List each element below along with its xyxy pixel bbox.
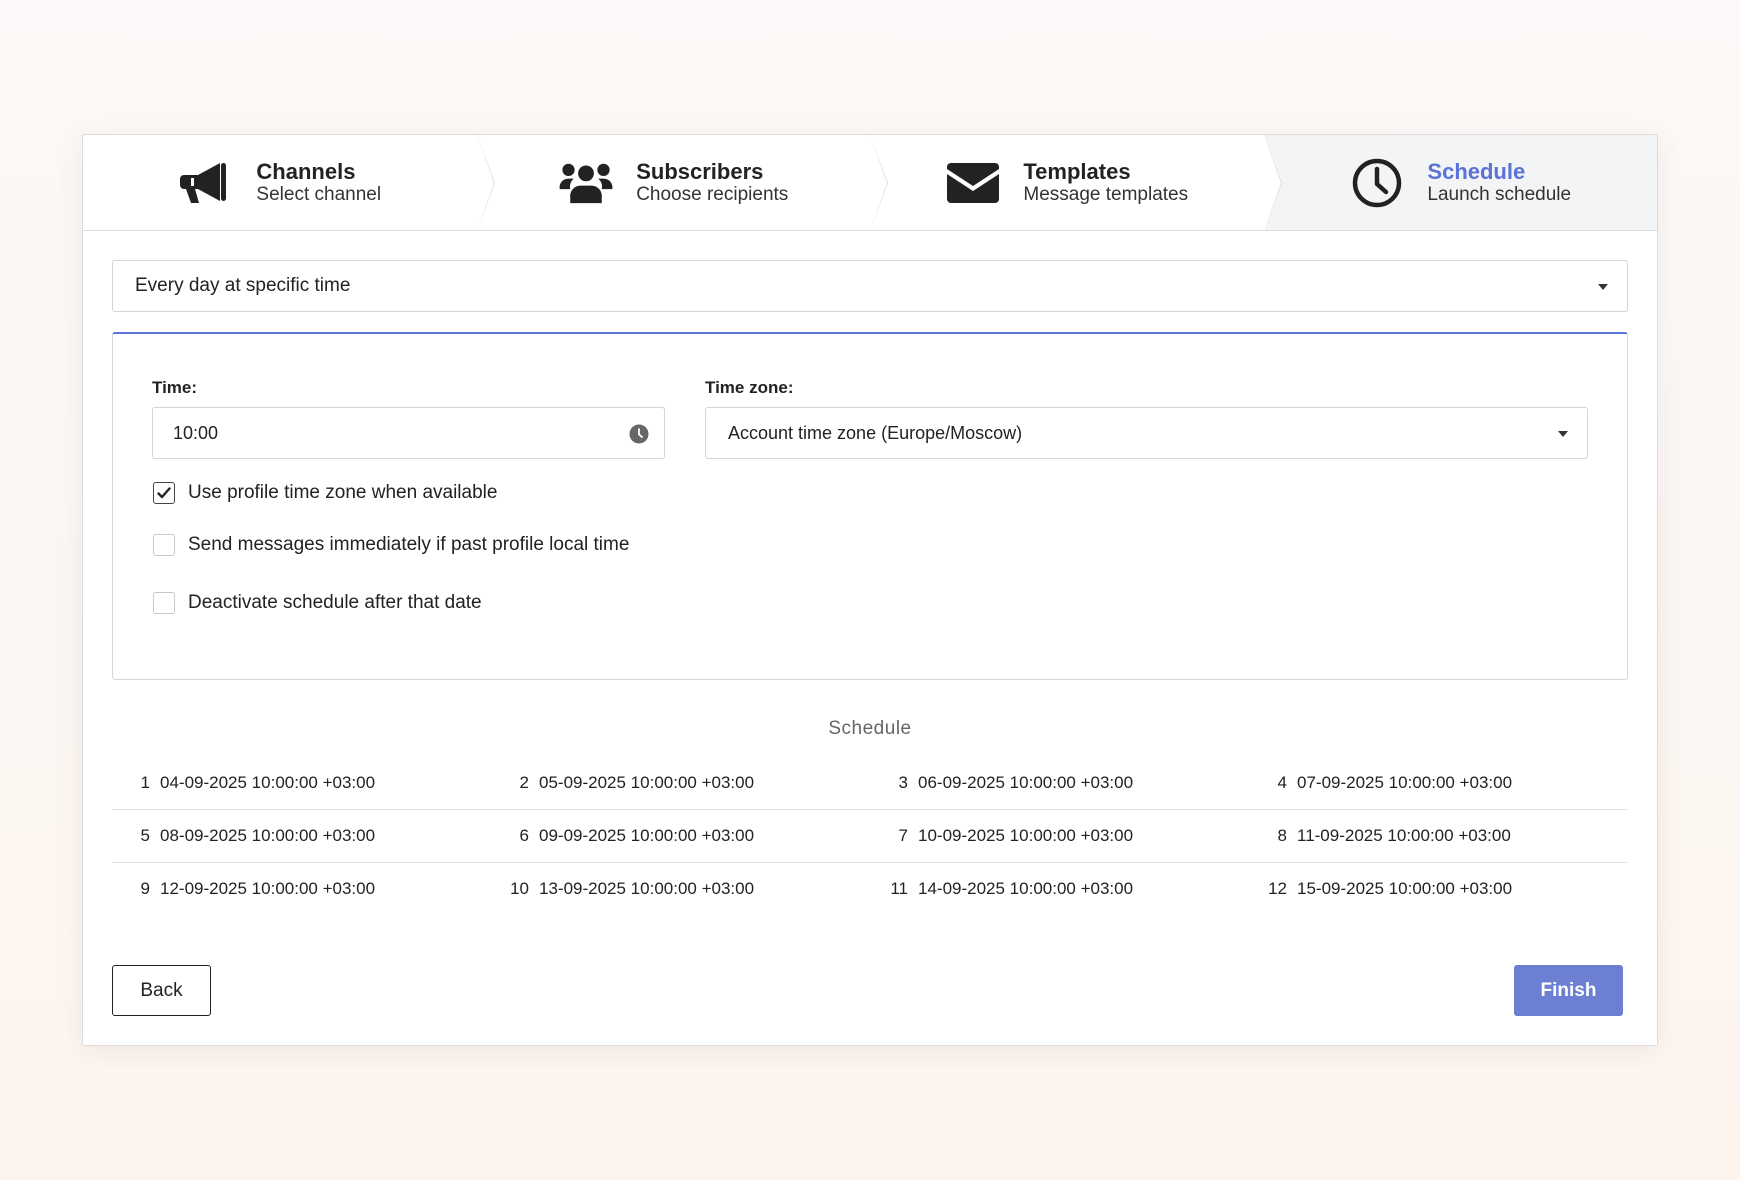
entry-datetime: 08-09-2025 10:00:00 +03:00 [160,826,376,845]
schedule-entry: 6 09-09-2025 10:00:00 +03:00 [491,826,870,846]
entry-number: 5 [140,826,150,845]
finish-button[interactable]: Finish [1514,965,1623,1016]
schedule-table: 1 04-09-2025 10:00:00 +03:00 2 05-09-2025 … [112,757,1628,915]
step-title: Subscribers [636,158,764,184]
wizard-steps: Channels Select channel Subscribers Choo… [83,134,1657,231]
timezone-select[interactable]: Account time zone (Europe/Moscow) [705,407,1588,459]
checkbox-use-profile-timezone[interactable]: Use profile time zone when available [153,482,497,504]
step-subtitle: Message templates [1023,183,1189,205]
step-subtitle: Choose recipients [636,183,789,205]
entry-datetime: 15-09-2025 10:00:00 +03:00 [1297,879,1513,898]
users-icon [558,155,614,211]
time-label: Time: [152,378,198,397]
entry-number: 2 [519,773,529,792]
checkmark-icon [157,487,171,499]
checkbox-deactivate-schedule[interactable]: Deactivate schedule after that date [153,592,482,614]
chevron-down-icon [1598,284,1608,290]
schedule-entry: 10 13-09-2025 10:00:00 +03:00 [491,879,870,899]
entry-datetime: 11-09-2025 10:00:00 +03:00 [1297,826,1511,845]
entry-number: 9 [140,879,150,898]
entry-number: 6 [519,826,529,845]
clock-icon [629,424,649,449]
checkbox-send-immediately[interactable]: Send messages immediately if past profil… [153,534,629,556]
time-input[interactable]: 10:00 [152,407,665,459]
checkbox[interactable] [153,534,175,556]
entry-number: 11 [890,879,908,898]
step-channels[interactable]: Channels Select channel [83,134,494,231]
schedule-entry: 3 06-09-2025 10:00:00 +03:00 [870,773,1249,793]
table-row: 5 08-09-2025 10:00:00 +03:00 6 09-09-2025 … [112,810,1628,863]
entry-datetime: 04-09-2025 10:00:00 +03:00 [160,773,376,792]
frequency-select[interactable]: Every day at specific time [112,260,1628,312]
timezone-value: Account time zone (Europe/Moscow) [728,422,1023,443]
entry-datetime: 06-09-2025 10:00:00 +03:00 [918,773,1134,792]
schedule-entry: 11 14-09-2025 10:00:00 +03:00 [870,879,1249,899]
checkbox[interactable] [153,482,175,504]
step-subscribers[interactable]: Subscribers Choose recipients [477,134,888,231]
schedule-entry: 4 07-09-2025 10:00:00 +03:00 [1249,773,1628,793]
time-value: 10:00 [173,422,219,443]
entry-datetime: 07-09-2025 10:00:00 +03:00 [1297,773,1513,792]
entry-number: 8 [1277,826,1287,845]
checkbox[interactable] [153,592,175,614]
entry-number: 1 [140,773,150,792]
megaphone-icon [178,155,234,211]
entry-datetime: 09-09-2025 10:00:00 +03:00 [539,826,755,845]
step-templates[interactable]: Templates Message templates [870,134,1281,231]
step-schedule[interactable]: Schedule Launch schedule [1263,135,1657,230]
entry-datetime: 05-09-2025 10:00:00 +03:00 [539,773,755,792]
step-title: Schedule [1427,158,1526,184]
checkbox-label: Deactivate schedule after that date [188,592,482,613]
schedule-entry: 9 12-09-2025 10:00:00 +03:00 [112,879,491,899]
schedule-settings-panel: Time: 10:00 Time zone: Account time zone… [112,332,1628,680]
checkbox-label: Send messages immediately if past profil… [188,534,630,555]
checkbox-label: Use profile time zone when available [188,482,498,503]
schedule-entry: 12 15-09-2025 10:00:00 +03:00 [1249,879,1628,899]
entry-number: 3 [898,773,908,792]
schedule-entry: 2 05-09-2025 10:00:00 +03:00 [491,773,870,793]
entry-number: 4 [1277,773,1287,792]
step-subtitle: Launch schedule [1427,183,1572,205]
entry-datetime: 10-09-2025 10:00:00 +03:00 [918,826,1134,845]
entry-number: 12 [1268,879,1287,898]
schedule-entry: 1 04-09-2025 10:00:00 +03:00 [112,773,491,793]
timezone-label: Time zone: [705,378,794,397]
clock-icon [1349,155,1405,211]
entry-datetime: 13-09-2025 10:00:00 +03:00 [539,879,755,898]
table-row: 1 04-09-2025 10:00:00 +03:00 2 05-09-2025 … [112,757,1628,810]
step-title: Templates [1023,158,1131,184]
step-subtitle: Select channel [256,183,382,205]
entry-number: 10 [510,879,529,898]
entry-number: 7 [898,826,908,845]
schedule-entry: 8 11-09-2025 10:00:00 +03:00 [1249,826,1628,846]
back-button[interactable]: Back [112,965,211,1016]
step-title: Channels [256,158,356,184]
table-row: 9 12-09-2025 10:00:00 +03:00 10 13-09-2025… [112,863,1628,915]
schedule-entry: 7 10-09-2025 10:00:00 +03:00 [870,826,1249,846]
frequency-value: Every day at specific time [135,275,351,296]
entry-datetime: 14-09-2025 10:00:00 +03:00 [918,879,1134,898]
envelope-icon [945,155,1001,211]
wizard-card: Channels Select channel Subscribers Choo… [82,134,1658,1046]
schedule-title: Schedule [828,718,912,739]
chevron-down-icon [1558,431,1568,437]
schedule-entry: 5 08-09-2025 10:00:00 +03:00 [112,826,491,846]
entry-datetime: 12-09-2025 10:00:00 +03:00 [160,879,376,898]
